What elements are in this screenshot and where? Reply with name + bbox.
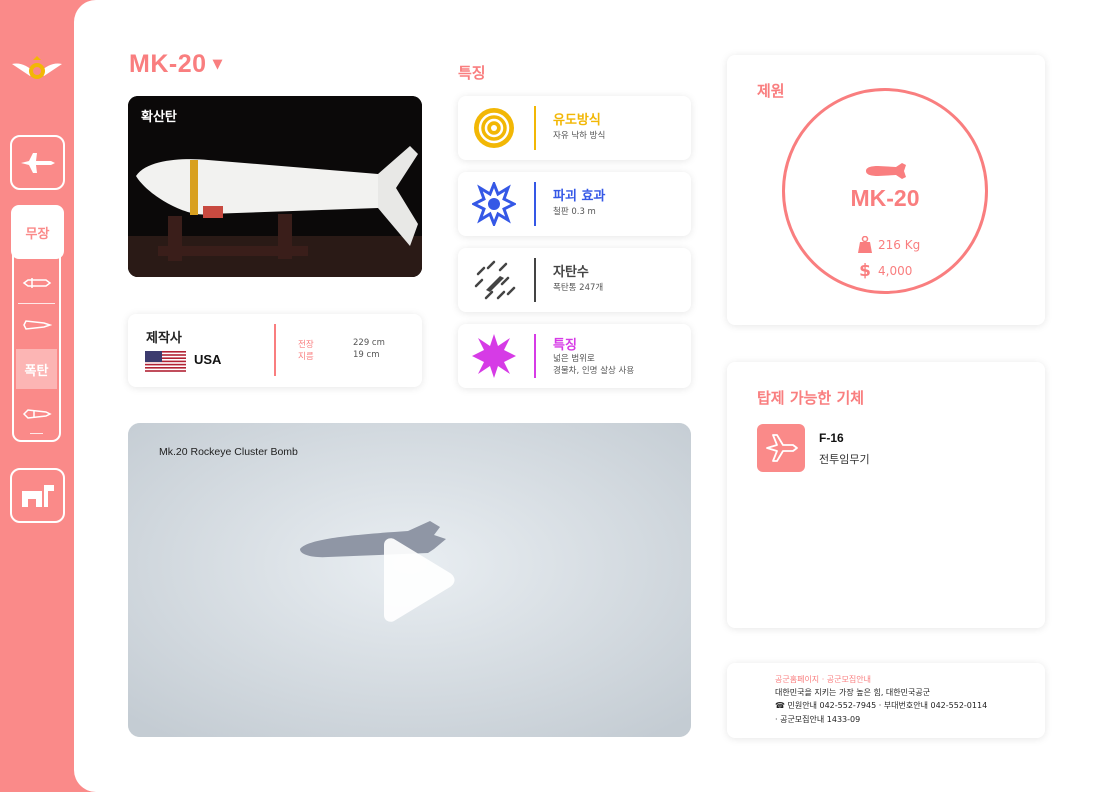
usa-flag-icon bbox=[145, 351, 186, 372]
scroll-handle[interactable] bbox=[30, 433, 43, 434]
spec-value-length: 229 cm bbox=[353, 338, 385, 348]
weapon-name: MK-20 bbox=[129, 50, 207, 78]
feature-title: 파괴 효과 bbox=[553, 189, 606, 204]
weapon-photo: 확산탄 bbox=[128, 96, 422, 277]
munition-icon bbox=[22, 409, 52, 419]
chevron-down-icon: ▼ bbox=[212, 57, 223, 72]
play-icon[interactable] bbox=[380, 537, 456, 623]
manufacturer-country: USA bbox=[194, 352, 222, 367]
main-panel: MK-20 ▼ 확산탄 제작사 USA 전장 229 cm 지름 19 cm 특… bbox=[74, 0, 1100, 792]
spec-label-length: 전장 bbox=[298, 340, 314, 350]
spec-label-diameter: 지름 bbox=[298, 352, 314, 362]
specifications-card: 제원 MK-20 216 Kg $ 4,000 bbox=[727, 55, 1045, 325]
footer-info: 공군홈페이지 · 공군모집안내 대한민국을 지키는 가장 높은 힘, 대한민국공… bbox=[727, 663, 1045, 738]
feature-card-destruction: 파괴 효과 철판 0.3 m bbox=[458, 172, 691, 236]
feature-title: 자탄수 bbox=[553, 265, 589, 280]
feature-desc: 자유 낙하 방식 bbox=[553, 131, 606, 141]
burst-icon bbox=[472, 334, 516, 378]
hangar-icon bbox=[21, 484, 54, 507]
aircraft-menu-button[interactable] bbox=[10, 135, 65, 190]
rocket-icon bbox=[22, 320, 52, 330]
manufacturer-label: 제작사 bbox=[146, 331, 182, 346]
spec-weight: 216 Kg bbox=[857, 236, 920, 254]
feature-desc-line2: 경물차, 인명 살상 사용 bbox=[553, 366, 635, 376]
submunition-icon bbox=[474, 260, 516, 300]
weight-icon bbox=[858, 236, 872, 253]
aircraft-item[interactable] bbox=[757, 424, 805, 472]
rocket-menu-item[interactable] bbox=[19, 313, 54, 337]
bomb-menu-item[interactable]: 폭탄 bbox=[16, 349, 57, 389]
feature-card-characteristics: 특징 넓은 범위로 경물차, 인명 살상 사용 bbox=[458, 324, 691, 388]
spec-price: $ 4,000 bbox=[857, 261, 912, 281]
footer-recruit: · 공군모집안내 1433-09 bbox=[775, 715, 861, 724]
features-title: 특징 bbox=[458, 64, 486, 82]
compatible-aircraft-card: 탑제 가능한 기체 F-16 전투임무기 bbox=[727, 362, 1045, 628]
divider bbox=[534, 106, 536, 150]
aircraft-name: F-16 bbox=[819, 431, 844, 445]
footer-links[interactable]: 공군홈페이지 · 공군모집안내 bbox=[775, 674, 871, 685]
divider bbox=[534, 258, 536, 302]
missile-icon bbox=[22, 278, 51, 288]
feature-desc: 폭탄통 247개 bbox=[553, 283, 604, 293]
bomb-icon bbox=[866, 163, 906, 179]
specifications-ring: MK-20 216 Kg $ 4,000 bbox=[782, 88, 988, 294]
explosion-icon bbox=[472, 182, 516, 226]
feature-desc: 철판 0.3 m bbox=[553, 207, 596, 217]
spec-weapon-name: MK-20 bbox=[850, 185, 920, 211]
video-player[interactable]: Mk.20 Rockeye Cluster Bomb bbox=[128, 423, 691, 737]
divider bbox=[534, 182, 536, 226]
weapon-selector[interactable]: MK-20 ▼ bbox=[129, 50, 223, 79]
sidebar: 무장 폭탄 bbox=[0, 0, 74, 792]
fighter-jet-icon bbox=[766, 434, 798, 462]
target-icon bbox=[474, 108, 514, 148]
specifications-title: 제원 bbox=[757, 82, 785, 100]
missile-menu-item[interactable] bbox=[19, 271, 54, 295]
spec-price-value: 4,000 bbox=[878, 264, 913, 278]
divider bbox=[274, 324, 276, 376]
dollar-icon: $ bbox=[859, 261, 871, 281]
feature-card-submunitions: 자탄수 폭탄통 247개 bbox=[458, 248, 691, 312]
base-menu-button[interactable] bbox=[10, 468, 65, 523]
footer-contact: ☎ 민원안내 042-552-7945 · 부대번호안내 042-552-011… bbox=[775, 701, 988, 710]
air-force-emblem-icon bbox=[12, 56, 62, 79]
feature-desc-line1: 넓은 범위로 bbox=[553, 354, 595, 364]
compatible-aircraft-title: 탑제 가능한 기체 bbox=[757, 389, 865, 407]
feature-card-guidance: 유도방식 자유 낙하 방식 bbox=[458, 96, 691, 160]
footer-slogan: 대한민국을 지키는 가장 높은 힘, 대한민국공군 bbox=[775, 688, 931, 697]
aircraft-type: 전투임무기 bbox=[819, 453, 870, 466]
feature-title: 유도방식 bbox=[553, 113, 601, 128]
jet-icon bbox=[20, 152, 55, 173]
divider bbox=[18, 303, 55, 304]
divider bbox=[534, 334, 536, 378]
weapons-menu: 무장 폭탄 bbox=[11, 205, 64, 442]
weapons-tab[interactable]: 무장 bbox=[11, 205, 64, 259]
spec-value-diameter: 19 cm bbox=[353, 350, 380, 360]
gun-menu-item[interactable] bbox=[19, 402, 54, 426]
image-caption: 확산탄 bbox=[141, 110, 177, 125]
feature-title: 특징 bbox=[553, 338, 577, 353]
manufacturer-card: 제작사 USA 전장 229 cm 지름 19 cm bbox=[128, 314, 422, 387]
video-title: Mk.20 Rockeye Cluster Bomb bbox=[159, 446, 298, 458]
spec-weight-value: 216 Kg bbox=[878, 238, 921, 252]
